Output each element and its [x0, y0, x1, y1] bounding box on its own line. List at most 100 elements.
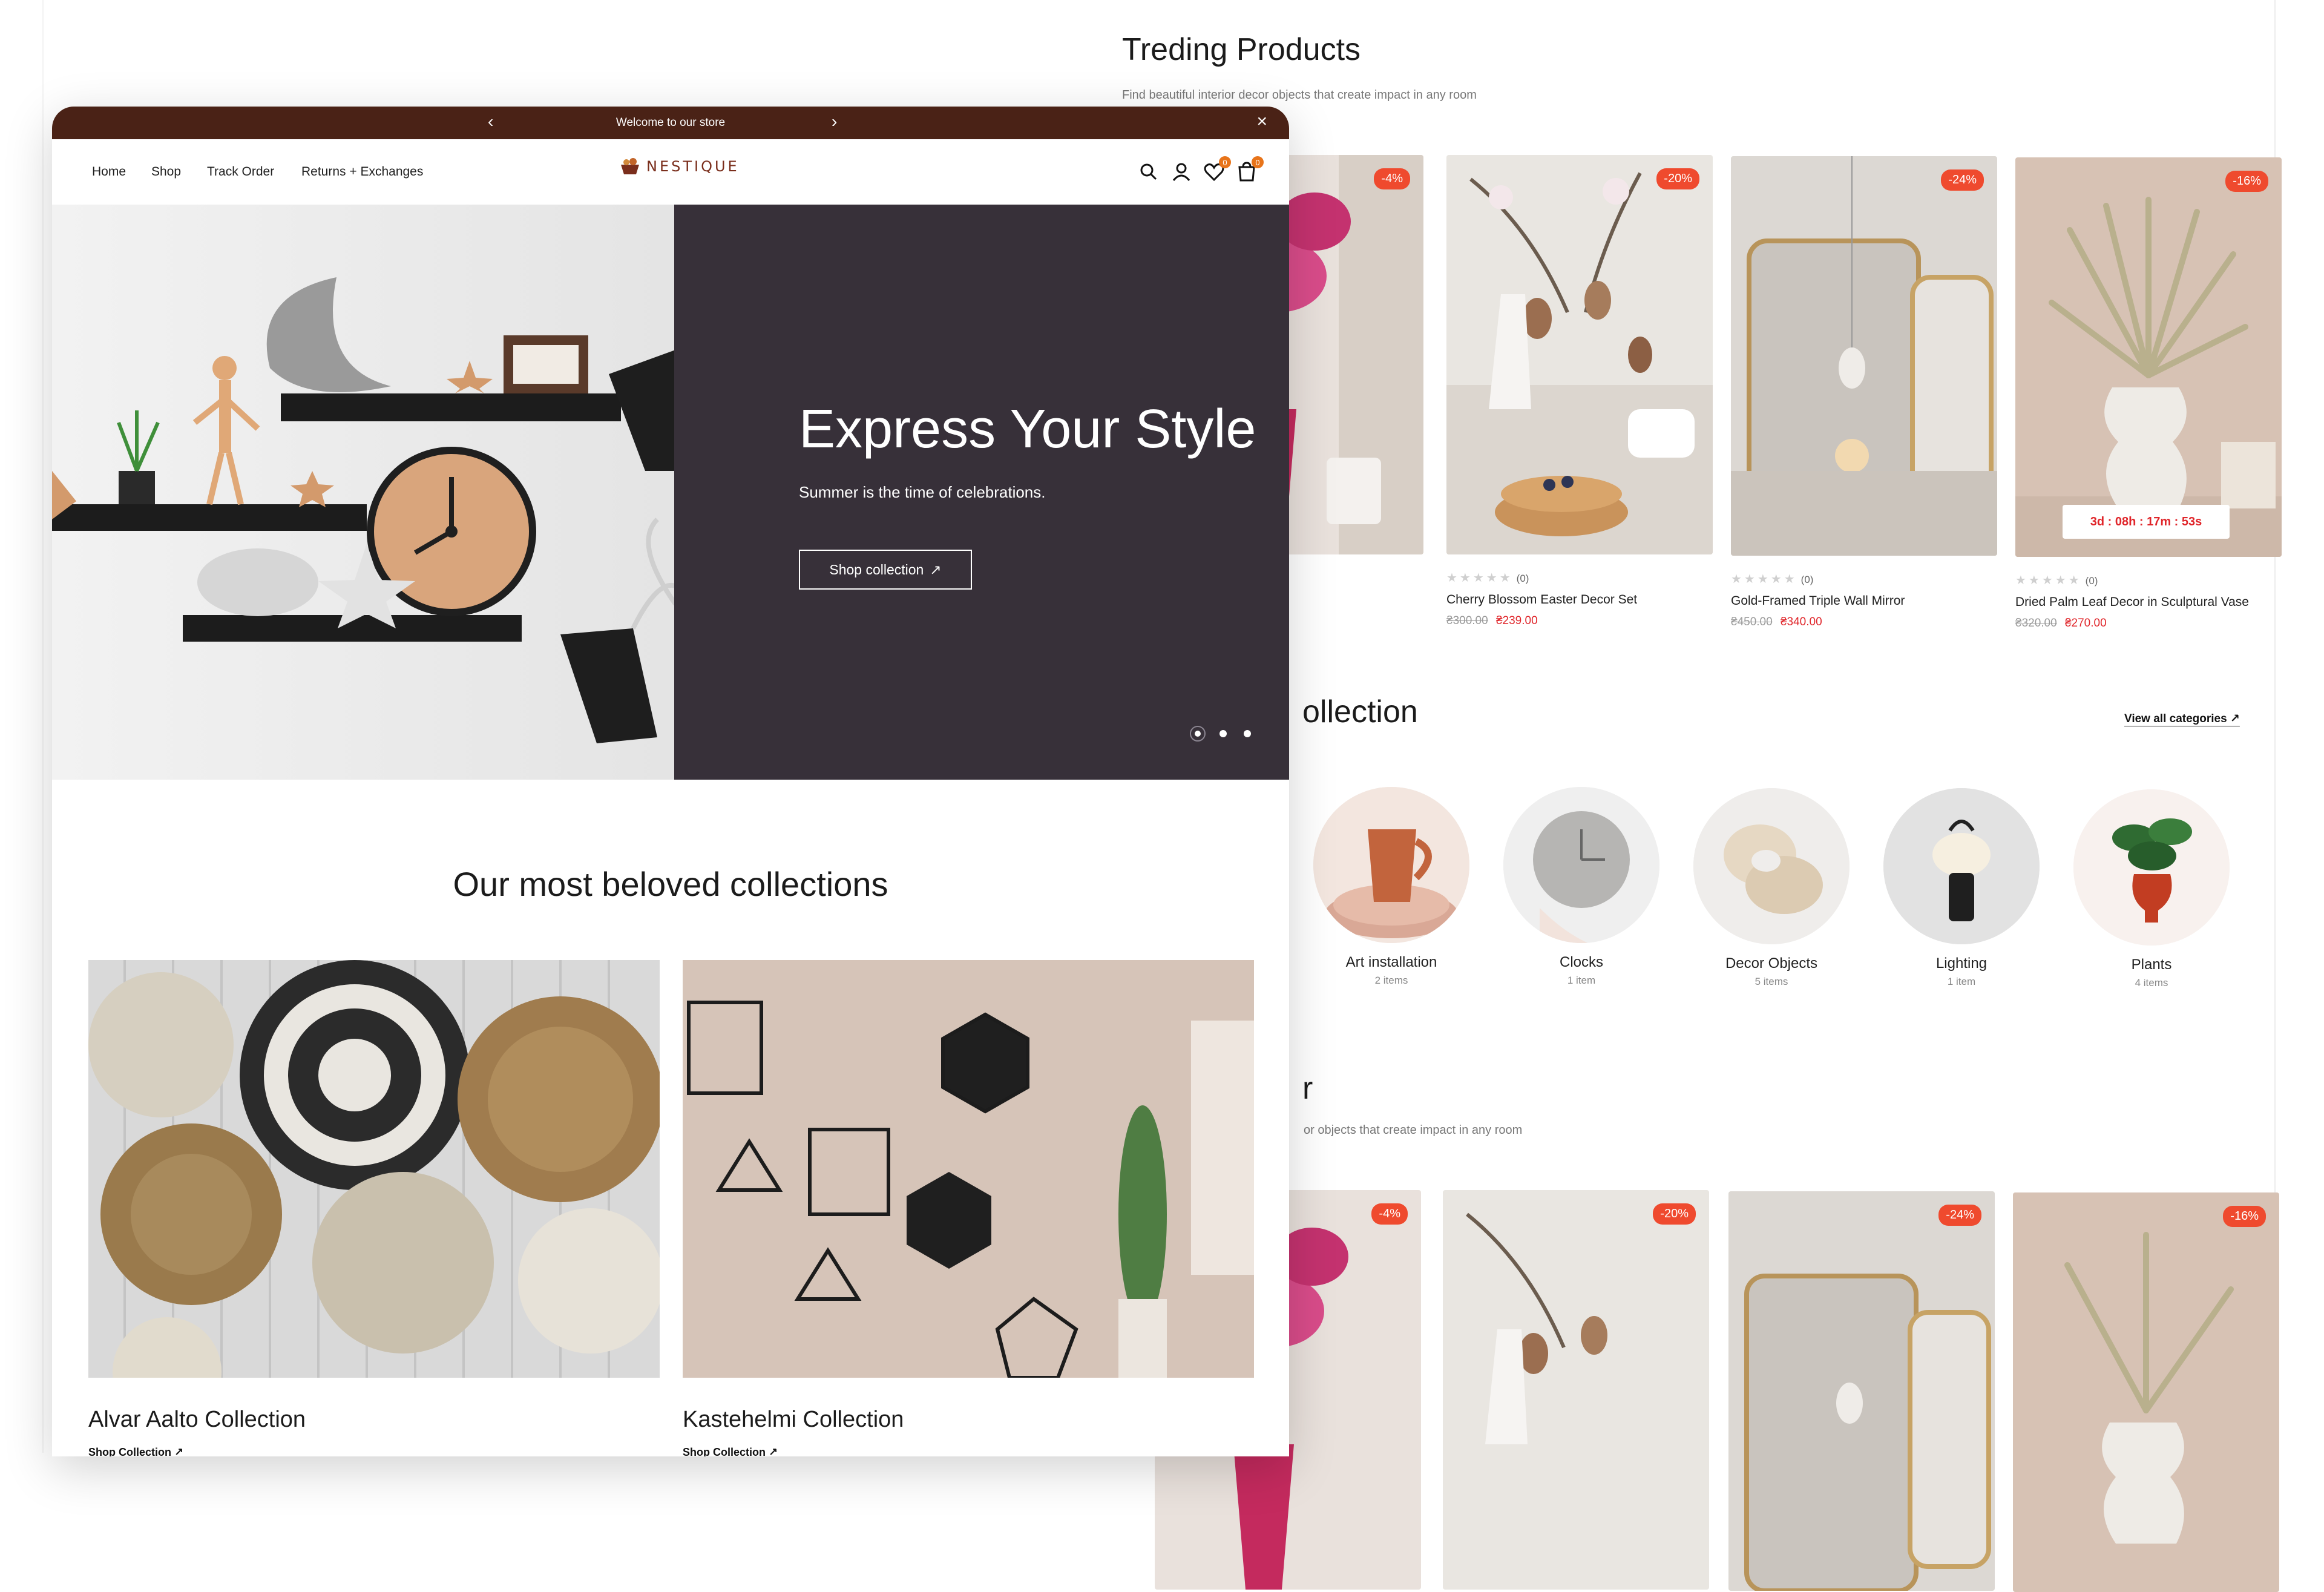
collections-title: Our most beloved collections [453, 865, 888, 903]
discount-badge: -24% [1941, 169, 1984, 191]
announcement-next-arrow[interactable]: › [832, 112, 837, 131]
collection-name[interactable]: Alvar Aalto Collection [88, 1407, 660, 1433]
category-lighting[interactable]: Lighting 1 item [1880, 788, 2043, 988]
nav-returns-exchanges[interactable]: Returns + Exchanges [301, 165, 423, 179]
product-card-wall-mirror-2[interactable]: -24% [1728, 1191, 1995, 1591]
price-row: ₴300.00 ₴239.00 [1446, 614, 1713, 628]
discount-badge: -4% [1374, 168, 1410, 189]
discount-badge: -16% [2223, 1206, 2266, 1227]
sale-price: ₴340.00 [1780, 616, 1822, 628]
category-clocks[interactable]: Clocks 1 item [1500, 787, 1663, 987]
rating-stars: ★★★★★ (0) [2015, 574, 2098, 587]
shop-collection-link[interactable]: Shop Collection ↗ [683, 1446, 1254, 1456]
product-image[interactable]: -24% [1728, 1191, 1995, 1591]
collection-card-kastehelmi[interactable]: Kastehelmi Collection Shop Collection ↗ [683, 960, 1254, 1456]
wishlist-count-badge: 0 [1219, 156, 1231, 168]
discount-badge: -24% [1938, 1205, 1981, 1226]
category-count: 2 items [1374, 975, 1408, 986]
product-card-palm-leaf[interactable]: -16% 3d : 08h : 17m : 53s ★★★★★ (0) Dried… [2015, 157, 2282, 630]
logo-basket-icon [621, 158, 639, 174]
second-section-title: r [1302, 1071, 1313, 1106]
category-name: Clocks [1559, 954, 1603, 970]
account-icon[interactable] [1170, 161, 1192, 183]
category-plants[interactable]: Plants 4 items [2070, 789, 2233, 989]
price-row: ₴320.00 ₴270.00 [2015, 617, 2282, 630]
product-card-cherry-blossom-2[interactable]: -20% [1443, 1190, 1709, 1590]
product-image[interactable]: -16% [2013, 1192, 2279, 1592]
announcement-bar: ‹ Welcome to our store › × [52, 107, 1289, 139]
category-name: Decor Objects [1725, 955, 1818, 972]
product-image[interactable]: -16% 3d : 08h : 17m : 53s [2015, 157, 2282, 557]
category-image[interactable] [1503, 787, 1659, 943]
discount-badge: -20% [1656, 168, 1699, 189]
nav-track-order[interactable]: Track Order [207, 165, 274, 179]
product-card-palm-leaf-2[interactable]: -16% [2013, 1192, 2279, 1592]
announcement-text: Welcome to our store [615, 116, 726, 129]
countdown-timer: 3d : 08h : 17m : 53s [2063, 505, 2230, 539]
category-count: 1 item [1567, 975, 1596, 986]
wishlist-icon[interactable]: 0 [1203, 156, 1231, 183]
category-name: Art installation [1345, 954, 1437, 970]
collection-name[interactable]: Kastehelmi Collection [683, 1407, 1254, 1433]
hero-image [52, 205, 675, 780]
announcement-prev-arrow[interactable]: ‹ [488, 112, 493, 131]
shop-collection-link[interactable]: Shop Collection ↗ [88, 1446, 660, 1456]
discount-badge: -16% [2225, 171, 2268, 192]
hero-title: Express Your Style [799, 399, 1256, 459]
category-image[interactable] [1883, 788, 2040, 944]
old-price: ₴300.00 [1446, 614, 1488, 627]
logo-wordmark: NESTIQUE [646, 158, 740, 175]
nav-shop[interactable]: Shop [151, 165, 181, 179]
product-image[interactable]: -20% [1443, 1190, 1709, 1590]
slide-dot-1[interactable] [1190, 726, 1206, 742]
product-name[interactable]: Cherry Blossom Easter Decor Set [1446, 593, 1713, 607]
shop-collection-button[interactable]: Shop collection ↗ [799, 550, 972, 590]
cart-count-badge: 0 [1252, 156, 1264, 168]
category-name: Lighting [1935, 955, 1988, 972]
search-icon[interactable] [1138, 161, 1160, 183]
collection-image[interactable] [88, 960, 660, 1378]
view-all-categories-link[interactable]: View all categories ↗ [2124, 712, 2240, 726]
category-name: Plants [2131, 956, 2172, 973]
close-icon[interactable]: × [1256, 111, 1267, 132]
category-image[interactable] [1693, 788, 1850, 944]
sale-price: ₴239.00 [1495, 614, 1538, 627]
main-navigation: Home Shop Track Order Returns + Exchange… [52, 139, 1289, 205]
category-art-installation[interactable]: Art installation 2 items [1310, 787, 1473, 987]
trending-subtitle: Find beautiful interior decor objects th… [1122, 88, 1477, 102]
hero-banner: Express Your Style Summer is the time of… [52, 205, 1289, 780]
product-name[interactable]: Gold-Framed Triple Wall Mirror [1731, 594, 1997, 608]
slide-dot-2[interactable] [1219, 730, 1227, 737]
discount-badge: -4% [1371, 1203, 1408, 1225]
nav-home[interactable]: Home [92, 165, 126, 179]
category-count: 4 items [2135, 977, 2168, 988]
trending-title: Treding Products [1122, 32, 1361, 67]
category-image[interactable] [1313, 787, 1469, 943]
old-price: ₴320.00 [2015, 617, 2057, 630]
hero-text-panel: Express Your Style Summer is the time of… [674, 205, 1289, 780]
collection-image[interactable] [683, 960, 1254, 1378]
sale-price: ₴270.00 [2064, 617, 2107, 630]
old-price: ₴450.00 [1731, 616, 1773, 628]
rating-stars: ★★★★★ (0) [1731, 573, 1814, 586]
category-count: 5 items [1754, 976, 1788, 987]
product-image[interactable]: -24% [1731, 156, 1997, 556]
product-card-cherry-blossom[interactable]: -20% ★★★★★ (0) Cherry Blossom Easter Deco… [1446, 155, 1713, 628]
category-count: 1 item [1947, 976, 1976, 987]
slide-dot-3[interactable] [1244, 730, 1251, 737]
product-card-wall-mirror[interactable]: -24% ★★★★★ (0) Gold-Framed Triple Wall Mi… [1731, 156, 1997, 629]
hero-subtitle: Summer is the time of celebrations. [799, 483, 1046, 501]
product-name[interactable]: Dried Palm Leaf Decor in Sculptural Vase [2015, 595, 2282, 610]
rating-stars: ★★★★★ (0) [1446, 571, 1529, 585]
categories-title: ollection [1302, 694, 1418, 729]
shop-collection-label: Shop collection [829, 561, 924, 577]
discount-badge: -20% [1653, 1203, 1696, 1225]
category-decor-objects[interactable]: Decor Objects 5 items [1690, 788, 1853, 988]
category-image[interactable] [2073, 789, 2230, 946]
cart-icon[interactable]: 0 [1236, 156, 1264, 183]
storefront-window: ‹ Welcome to our store › × Home Shop Tra… [52, 107, 1289, 1456]
collection-card-alvar-aalto[interactable]: Alvar Aalto Collection Shop Collection ↗ [88, 960, 660, 1456]
arrow-up-right-icon: ↗ [930, 561, 942, 577]
store-logo[interactable]: NESTIQUE [620, 157, 740, 176]
product-image[interactable]: -20% [1446, 155, 1713, 554]
